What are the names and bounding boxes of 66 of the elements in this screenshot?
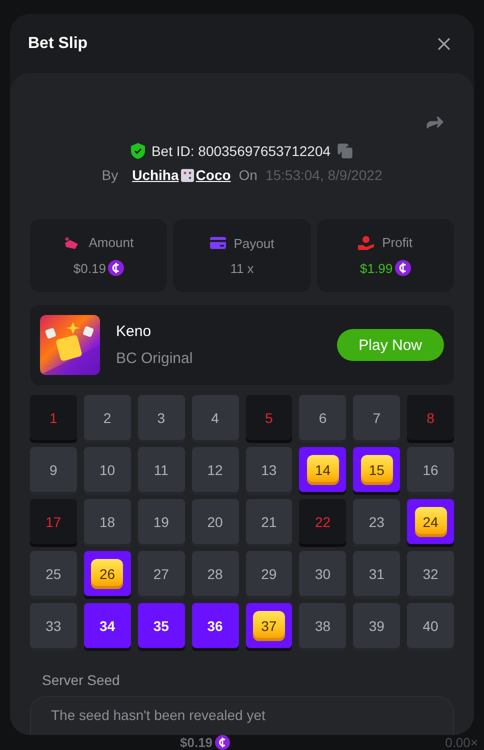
keno-cell: 27 xyxy=(138,551,185,596)
shield-check-icon xyxy=(131,143,146,159)
keno-cell: 7 xyxy=(353,395,400,440)
keno-cell: 35 xyxy=(138,603,185,648)
stat-value: $0.19 xyxy=(73,260,106,276)
keno-cell: 9 xyxy=(30,447,77,492)
dice-icon xyxy=(180,168,194,182)
keno-cell: 21 xyxy=(246,499,292,544)
on-label: On xyxy=(238,167,258,183)
keno-cell: 17 xyxy=(30,499,77,544)
keno-cell: 25 xyxy=(30,551,77,596)
hand-person-icon xyxy=(358,236,374,250)
gem-tile: 37 xyxy=(252,610,285,640)
keno-cell: 11 xyxy=(138,447,185,492)
keno-cell: 23 xyxy=(353,499,400,544)
keno-cell: 18 xyxy=(84,499,131,544)
keno-cell: 5 xyxy=(246,395,292,440)
user-link[interactable]: Uchiha Coco xyxy=(132,167,231,183)
gem-tile: 14 xyxy=(306,454,339,484)
keno-cell: 31 xyxy=(353,551,400,596)
keno-cell: 29 xyxy=(246,551,292,596)
keno-cell: 40 xyxy=(407,603,454,648)
keno-cell: 34 xyxy=(84,603,131,648)
keno-cell: 28 xyxy=(192,551,238,596)
seed-field: The seed hasn't been revealed yet xyxy=(30,696,454,735)
keno-cell: 39 xyxy=(353,603,400,648)
game-provider: BC Original xyxy=(116,350,194,367)
gem-tile: 26 xyxy=(91,558,124,588)
keno-cell: 38 xyxy=(299,603,346,648)
coin-icon xyxy=(394,260,411,276)
dialog-title: Bet Slip xyxy=(28,34,88,52)
seed-label: Server Seed xyxy=(42,672,121,688)
gem-tile: 15 xyxy=(360,454,393,484)
keno-cell: 12 xyxy=(192,447,238,492)
keno-cell: 2 xyxy=(84,395,131,440)
coin-icon xyxy=(214,735,230,750)
stat-value: 11 x xyxy=(230,260,254,276)
coin-icon xyxy=(108,260,124,276)
gem-tile: 24 xyxy=(414,506,447,536)
keno-cell: 3 xyxy=(138,395,185,440)
keno-cell: 8 xyxy=(407,395,454,440)
stat-label: Amount xyxy=(88,235,134,250)
by-label: By xyxy=(102,167,118,183)
keno-cell: 16 xyxy=(407,447,454,492)
footer-amount: $0.19 xyxy=(180,735,213,750)
keno-cell: 30 xyxy=(299,551,346,596)
keno-cell: 13 xyxy=(246,447,292,492)
keno-cell: 1 xyxy=(30,395,77,440)
keno-cell: 22 xyxy=(299,499,346,544)
keno-cell: 20 xyxy=(192,499,238,544)
keno-cell: 10 xyxy=(84,447,131,492)
bet-time: 15:53:04, 8/9/2022 xyxy=(265,167,382,183)
keno-cell: 6 xyxy=(299,395,346,440)
footer-multiplier: 0.00× xyxy=(445,735,478,750)
keno-cell: 36 xyxy=(192,603,238,648)
copy-icon[interactable] xyxy=(336,143,353,159)
stat-value: $1.99 xyxy=(360,260,393,276)
bet-id: Bet ID: 80035697653712204 xyxy=(151,143,331,159)
stat-label: Profit xyxy=(382,235,412,250)
keno-cell: 33 xyxy=(30,603,77,648)
keno-cell: 19 xyxy=(138,499,185,544)
keno-cell: 32 xyxy=(407,551,454,596)
game-name: Keno xyxy=(116,323,152,340)
keno-cell: 4 xyxy=(192,395,238,440)
stat-label: Payout xyxy=(234,236,274,250)
card-icon xyxy=(210,237,226,249)
